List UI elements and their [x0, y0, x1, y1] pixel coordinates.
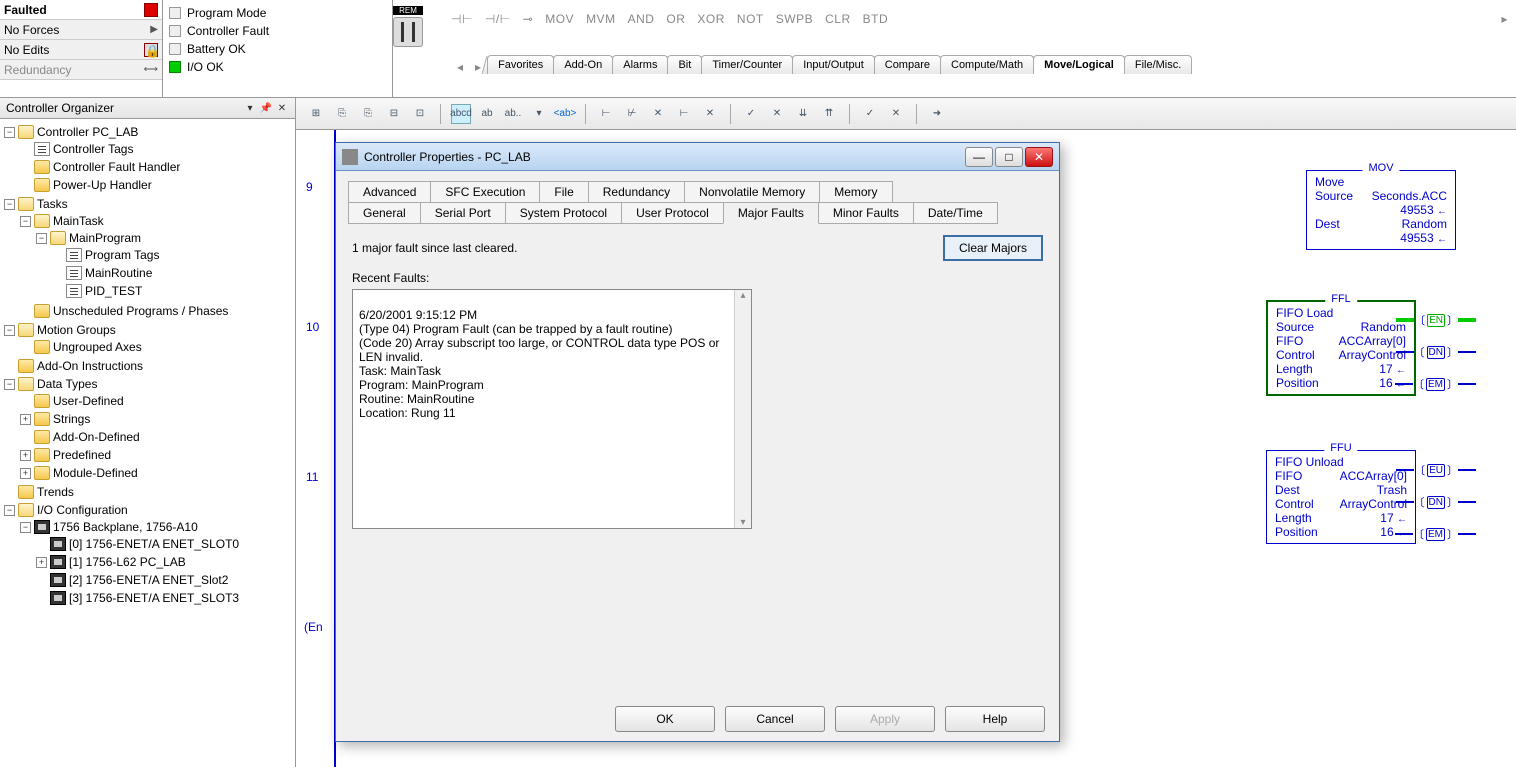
- dlg-tab-serial[interactable]: Serial Port: [420, 202, 506, 224]
- tool-icon[interactable]: ⊞: [306, 104, 326, 124]
- recent-faults-label: Recent Faults:: [352, 271, 1043, 285]
- tool-icon[interactable]: ⊢: [674, 104, 694, 124]
- status-edits: No Edits🔒: [0, 40, 162, 60]
- ladder-toolbar: ⊞ ⎘ ⎘ ⊟ ⊡ abcd ab ab.. ▾ <ab> ⊢ ⊬ ✕ ⊢ ✕ …: [296, 98, 1516, 130]
- checkbox-checked-icon: [169, 61, 181, 73]
- status-forces[interactable]: No Forces▶: [0, 20, 162, 40]
- tab-compute[interactable]: Compute/Math: [940, 55, 1034, 74]
- controller-properties-dialog: Controller Properties - PC_LAB — □ ✕ Adv…: [335, 142, 1060, 742]
- fault-summary: 1 major fault since last cleared.: [352, 241, 517, 255]
- minimize-button[interactable]: —: [965, 147, 993, 167]
- checkbox-icon: [169, 43, 181, 55]
- dlg-tab-sfc[interactable]: SFC Execution: [430, 181, 540, 203]
- checks-panel: Program Mode Controller Fault Battery OK…: [163, 0, 393, 97]
- close-icon[interactable]: ✕: [275, 101, 289, 115]
- maximize-button[interactable]: □: [995, 147, 1023, 167]
- rung-end: (En: [304, 620, 323, 634]
- tool-icon[interactable]: ⇈: [819, 104, 839, 124]
- tool-icon[interactable]: ➜: [927, 104, 947, 124]
- pin-icon[interactable]: 📌: [259, 101, 273, 115]
- app-icon: [342, 149, 358, 165]
- controller-fault-label: Controller Fault: [187, 24, 269, 38]
- tool-icon[interactable]: ab..: [503, 104, 523, 124]
- dlg-tab-memory[interactable]: Memory: [819, 181, 892, 203]
- dialog-title: Controller Properties - PC_LAB: [364, 150, 965, 164]
- fault-icon: [144, 3, 158, 17]
- tool-icon[interactable]: ⊡: [410, 104, 430, 124]
- rung-number: 11: [306, 470, 318, 484]
- dropdown-icon[interactable]: ▾: [243, 101, 257, 115]
- tab-prev-icon[interactable]: ◂: [451, 60, 469, 74]
- tab-addon[interactable]: Add-On: [553, 55, 613, 74]
- dlg-tab-minorfaults[interactable]: Minor Faults: [818, 202, 914, 224]
- battery-ok-label: Battery OK: [187, 42, 246, 56]
- category-tabs: ◂ ▸ Favorites Add-On Alarms Bit Timer/Co…: [451, 50, 1508, 74]
- dlg-tab-advanced[interactable]: Advanced: [348, 181, 431, 203]
- tool-icon[interactable]: ✕: [648, 104, 668, 124]
- ffu-instruction[interactable]: FFU FIFO Unload FIFOACCArray[0] DestTras…: [1266, 450, 1416, 544]
- tab-favorites[interactable]: Favorites: [487, 55, 554, 74]
- tab-file[interactable]: File/Misc.: [1124, 55, 1192, 74]
- tool-icon[interactable]: ⊢: [596, 104, 616, 124]
- scrollbar[interactable]: [734, 290, 751, 528]
- io-ok-label: I/O OK: [187, 60, 224, 74]
- rung-number: 9: [306, 180, 313, 194]
- clear-majors-button[interactable]: Clear Majors: [943, 235, 1043, 261]
- fault-log[interactable]: 6/20/2001 9:15:12 PM (Type 04) Program F…: [352, 289, 752, 529]
- dlg-tab-majorfaults[interactable]: Major Faults: [723, 202, 819, 224]
- tool-icon[interactable]: ✕: [886, 104, 906, 124]
- instruction-toolbar[interactable]: ⊣⊢⊣/⊢⊸ MOVMVM ANDOR XORNOT SWPBCLR BTD ▸: [451, 4, 1508, 34]
- tab-next-icon[interactable]: ▸: [469, 60, 487, 74]
- lock-icon: 🔒: [144, 43, 158, 57]
- tool-icon[interactable]: ▾: [529, 104, 549, 124]
- organizer-header: Controller Organizer ▾ 📌 ✕: [0, 98, 295, 119]
- program-mode-label: Program Mode: [187, 6, 266, 20]
- dropdown-icon: ▶: [150, 24, 158, 35]
- apply-button[interactable]: Apply: [835, 706, 935, 732]
- tab-move-logical[interactable]: Move/Logical: [1033, 55, 1125, 74]
- dlg-tab-userproto[interactable]: User Protocol: [621, 202, 724, 224]
- cancel-button[interactable]: Cancel: [725, 706, 825, 732]
- dlg-tab-sysproto[interactable]: System Protocol: [505, 202, 622, 224]
- checkbox-icon: [169, 25, 181, 37]
- tool-icon[interactable]: ⇊: [793, 104, 813, 124]
- status-panel: Faulted No Forces▶ No Edits🔒 Redundancy⟷: [0, 0, 163, 97]
- dlg-tab-general[interactable]: General: [348, 202, 421, 224]
- dlg-tab-datetime[interactable]: Date/Time: [913, 202, 998, 224]
- tool-icon[interactable]: ✓: [860, 104, 880, 124]
- rung-number: 10: [306, 320, 319, 334]
- tool-icon[interactable]: abcd: [451, 104, 471, 124]
- organizer-title: Controller Organizer: [6, 101, 114, 115]
- tool-icon[interactable]: ab: [477, 104, 497, 124]
- checkbox-icon: [169, 7, 181, 19]
- rem-panel: REM: [393, 0, 413, 97]
- ok-button[interactable]: OK: [615, 706, 715, 732]
- tool-icon[interactable]: ⊬: [622, 104, 642, 124]
- key-switch-icon: [393, 17, 423, 47]
- dlg-tab-file[interactable]: File: [539, 181, 588, 203]
- controller-tree[interactable]: −Controller PC_LAB Controller Tags Contr…: [0, 119, 295, 767]
- status-faulted: Faulted: [0, 0, 162, 20]
- tab-alarms[interactable]: Alarms: [612, 55, 668, 74]
- dialog-titlebar[interactable]: Controller Properties - PC_LAB — □ ✕: [336, 143, 1059, 171]
- close-button[interactable]: ✕: [1025, 147, 1053, 167]
- tab-compare[interactable]: Compare: [874, 55, 941, 74]
- tab-bit[interactable]: Bit: [667, 55, 702, 74]
- ffl-instruction[interactable]: FFL FIFO Load SourceRandom FIFOACCArray[…: [1266, 300, 1416, 396]
- tool-icon[interactable]: ⎘: [332, 104, 352, 124]
- tool-icon[interactable]: ✕: [700, 104, 720, 124]
- tool-icon[interactable]: ✓: [741, 104, 761, 124]
- dlg-tab-nvmem[interactable]: Nonvolatile Memory: [684, 181, 820, 203]
- dlg-tab-redundancy[interactable]: Redundancy: [588, 181, 685, 203]
- tool-icon[interactable]: ✕: [767, 104, 787, 124]
- status-redundancy: Redundancy⟷: [0, 60, 162, 80]
- tool-icon[interactable]: ⊟: [384, 104, 404, 124]
- tab-io[interactable]: Input/Output: [792, 55, 875, 74]
- mov-instruction[interactable]: MOV Move SourceSeconds.ACC 49553 ← DestR…: [1306, 170, 1456, 250]
- tab-timer[interactable]: Timer/Counter: [701, 55, 793, 74]
- tool-icon[interactable]: <ab>: [555, 104, 575, 124]
- help-button[interactable]: Help: [945, 706, 1045, 732]
- tool-icon[interactable]: ⎘: [358, 104, 378, 124]
